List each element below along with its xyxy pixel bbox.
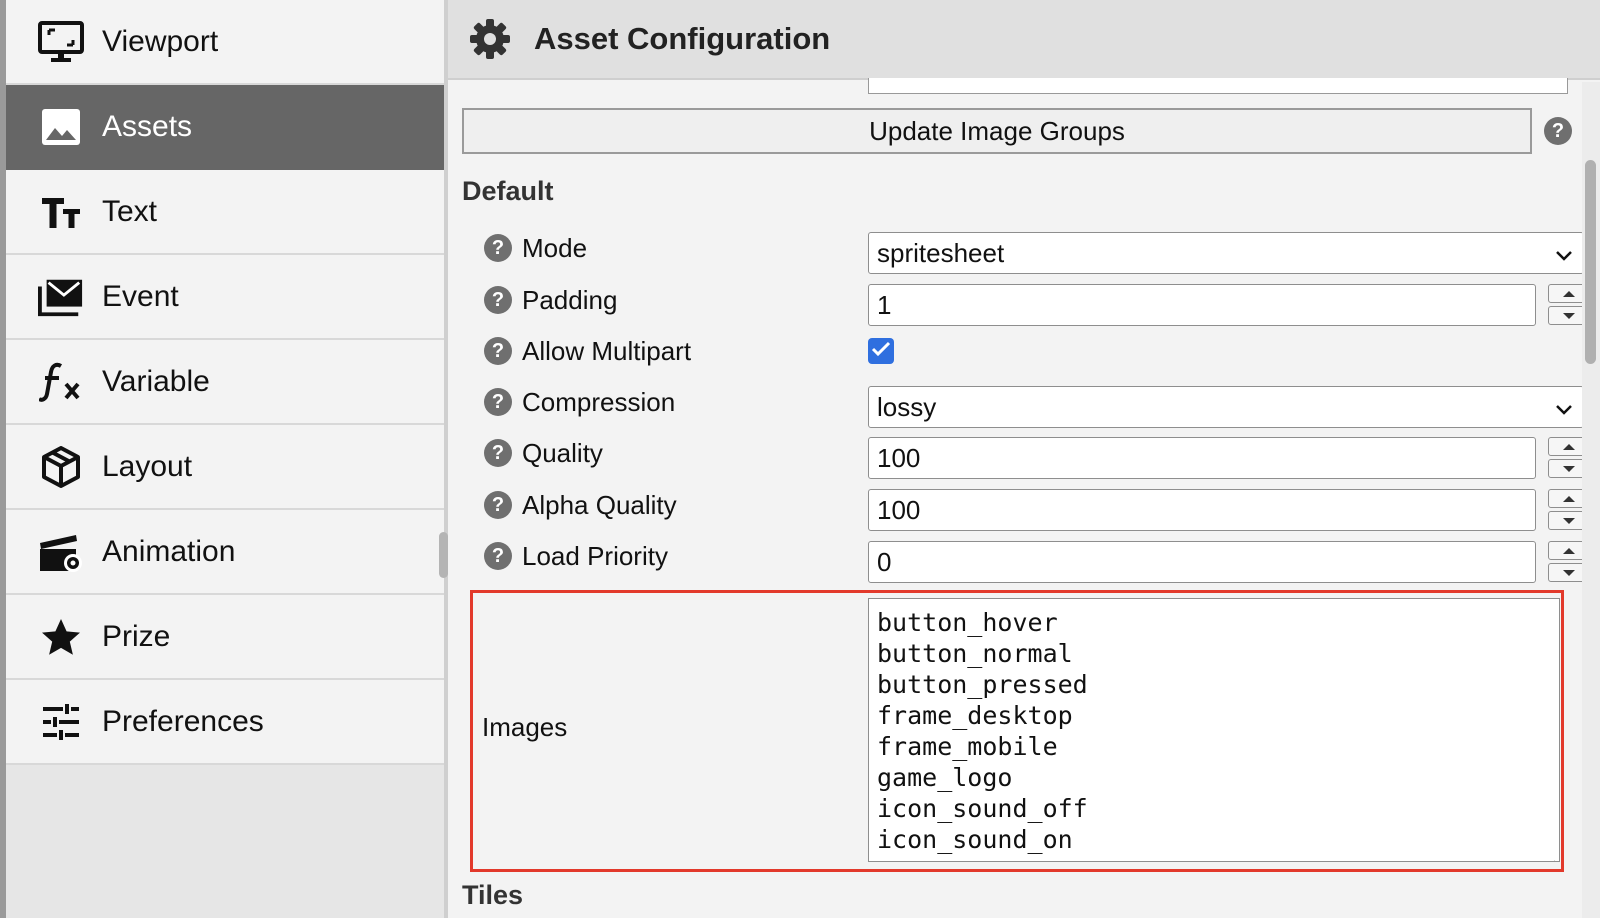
sidebar-item-viewport[interactable]: Viewport [6,0,444,85]
list-item: button_normal [877,639,1073,668]
field-label: Mode [522,232,588,263]
list-item: button_hover [877,608,1058,637]
sidebar: Viewport Assets Text Event Variable Layo… [6,0,444,918]
sidebar-item-event[interactable]: Event [6,255,444,340]
list-item: icon_sound_on [877,825,1073,854]
list-item: frame_desktop [877,701,1073,730]
sidebar-item-label: Prize [102,619,171,653]
sidebar-item-prize[interactable]: Prize [6,595,444,680]
images-label: Images [482,712,568,742]
chevron-down-icon [1555,392,1573,423]
allow-multipart-label: ? Allow Multipart [484,331,691,371]
sidebar-item-label: Text [102,194,158,228]
image-icon [38,104,84,150]
load-priority-label: ? Load Priority [484,536,668,576]
sidebar-item-label: Animation [102,534,236,568]
scrollbar-thumb[interactable] [1585,160,1596,364]
padding-label: ? Padding [484,280,617,320]
load-priority-input[interactable]: 0 [868,541,1536,583]
list-item: button_pressed [877,670,1088,699]
field-label: Compression [522,386,676,417]
help-icon[interactable]: ? [484,439,512,467]
sidebar-item-layout[interactable]: Layout [6,425,444,510]
resize-grip-icon[interactable] [1544,846,1556,861]
chevron-down-icon [1555,238,1573,269]
page-title: Asset Configuration [534,21,831,56]
sidebar-item-label: Event [102,279,179,313]
alpha-quality-input[interactable]: 100 [868,489,1536,531]
images-textarea[interactable]: button_hover button_normal button_presse… [868,598,1560,862]
sidebar-item-label: Variable [102,364,210,398]
text-size-icon [38,189,84,235]
sidebar-item-label: Viewport [102,24,219,58]
padding-input[interactable]: 1 [868,284,1536,326]
sidebar-item-variable[interactable]: Variable [6,340,444,425]
field-label: Alpha Quality [522,489,677,520]
mode-label: ? Mode [484,228,587,268]
sliders-icon [38,699,84,745]
previous-textarea[interactable] [868,78,1568,94]
star-icon [38,614,84,660]
allow-multipart-checkbox[interactable] [868,338,894,364]
help-icon[interactable]: ? [484,542,512,570]
resize-handle[interactable] [439,532,448,578]
sidebar-item-animation[interactable]: Animation [6,510,444,595]
sidebar-item-preferences[interactable]: Preferences [6,680,444,765]
help-icon[interactable]: ? [484,388,512,416]
field-label: Padding [522,284,618,315]
panel-header: Asset Configuration [448,0,1600,80]
help-icon[interactable]: ? [484,491,512,519]
quality-label: ? Quality [484,433,603,473]
quality-input[interactable]: 100 [868,437,1536,479]
compression-select[interactable]: lossy [868,386,1584,428]
help-icon[interactable]: ? [484,286,512,314]
list-item: icon_sound_off [877,794,1088,823]
compression-label: ? Compression [484,382,675,422]
help-icon[interactable]: ? [1544,117,1572,145]
field-label: Allow Multipart [522,335,692,366]
select-value: spritesheet [877,237,1005,268]
section-title-default: Default [462,176,554,206]
mode-select[interactable]: spritesheet [868,232,1584,274]
alpha-quality-label: ? Alpha Quality [484,485,677,525]
section-title-tiles: Tiles [462,880,524,910]
field-label: Quality [522,437,603,468]
gear-icon [468,17,512,61]
field-label: Load Priority [522,540,668,571]
main-panel: Asset Configuration Update Image Groups … [448,0,1600,918]
sidebar-item-label: Preferences [102,704,264,738]
monitor-icon [38,19,84,65]
clapperboard-gear-icon [38,529,84,575]
cube-icon [38,444,84,490]
sidebar-item-label: Assets [102,109,193,143]
function-icon [38,359,84,405]
sidebar-item-assets[interactable]: Assets [6,85,444,170]
help-icon[interactable]: ? [484,337,512,365]
checkmark-icon [871,341,891,362]
update-image-groups-button[interactable]: Update Image Groups [462,108,1532,154]
list-item: frame_mobile [877,732,1058,761]
list-item: game_logo [877,763,1013,792]
mail-icon [38,274,84,320]
sidebar-item-label: Layout [102,449,193,483]
help-icon[interactable]: ? [484,234,512,262]
sidebar-item-text[interactable]: Text [6,170,444,255]
select-value: lossy [877,391,937,422]
